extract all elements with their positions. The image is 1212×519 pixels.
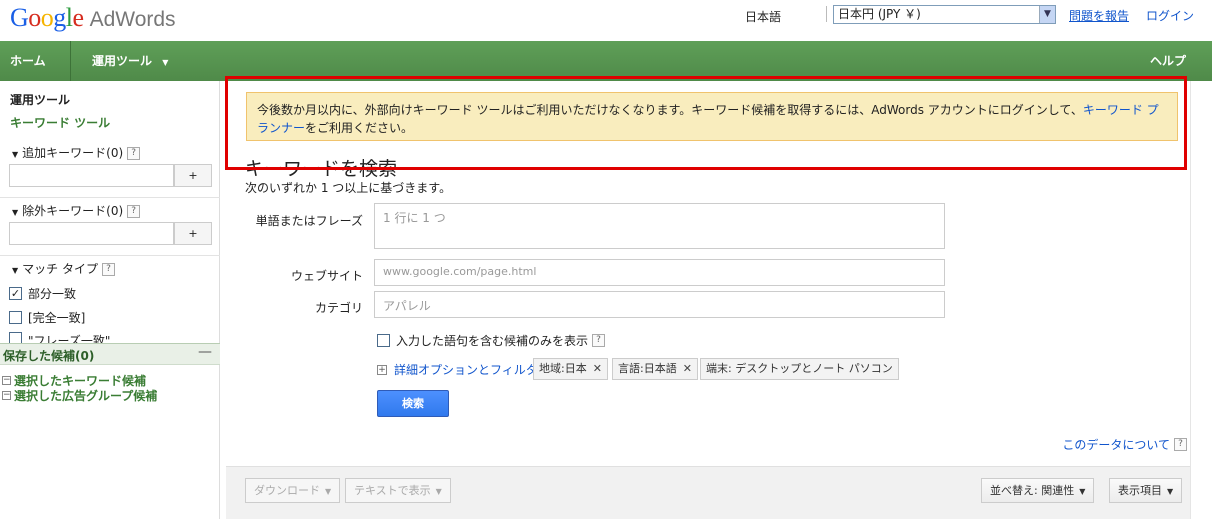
download-button[interactable]: ダウンロード ▼ <box>245 478 341 503</box>
saved-ideas-header[interactable]: 保存した候補(0) — <box>0 343 220 365</box>
add-keyword-input[interactable] <box>9 164 174 187</box>
expand-plus-icon: + <box>377 364 387 375</box>
adwords-logo[interactable]: Google AdWords <box>10 3 176 37</box>
exclude-keyword-button[interactable]: + <box>174 222 212 245</box>
nav-divider <box>70 41 71 81</box>
report-problem-link[interactable]: 問題を報告 <box>1069 7 1129 24</box>
help-icon[interactable]: ? <box>127 205 141 218</box>
nav-tools-label: 運用ツール <box>92 54 153 68</box>
highlight-annotation-box <box>225 76 1187 170</box>
filter-chip-language[interactable]: 言語:日本語 ✕ <box>612 358 698 380</box>
search-button[interactable]: 検索 <box>377 390 449 417</box>
exclude-keywords-header[interactable]: ▼ 除外キーワード(0)? <box>12 202 141 219</box>
only-terms-option[interactable]: 入力した語句を含む候補のみを表示 ? <box>377 332 606 349</box>
collapse-triangle-icon: ▼ <box>12 208 19 217</box>
collapse-box-icon[interactable]: − <box>2 391 11 400</box>
login-link[interactable]: ログイン <box>1146 7 1194 24</box>
currency-select[interactable]: 日本円 (JPY ￥) ▼ <box>833 5 1056 24</box>
match-phrase-checkbox[interactable] <box>9 332 22 343</box>
website-label: ウェブサイト <box>290 269 363 283</box>
chevron-down-icon: ▼ <box>325 487 332 496</box>
collapse-triangle-icon: ▼ <box>12 266 19 275</box>
match-type-header[interactable]: ▼ マッチ タイプ? <box>12 260 115 277</box>
chevron-down-icon: ▼ <box>1167 487 1174 496</box>
match-broad-checkbox[interactable]: ✓ <box>9 287 22 300</box>
sidebar-item-keyword-tool[interactable]: キーワード ツール <box>10 114 110 131</box>
help-icon[interactable]: ? <box>1174 438 1187 451</box>
search-subtitle: 次のいずれか 1 つ以上に基づきます。 <box>245 181 452 195</box>
top-header: Google AdWords 日本語 日本円 (JPY ￥) ▼ 問題を報告 ロ… <box>0 0 1212 41</box>
match-exact-option[interactable]: [完全一致] <box>9 309 85 326</box>
divider <box>0 255 220 256</box>
collapse-box-icon[interactable]: − <box>2 376 11 385</box>
filter-chip-location[interactable]: 地域:日本 ✕ <box>533 358 608 380</box>
chevron-down-icon: ▼ <box>162 58 169 67</box>
close-icon[interactable]: ✕ <box>593 362 602 375</box>
columns-button[interactable]: 表示項目 ▼ <box>1109 478 1183 503</box>
exclude-keyword-input[interactable] <box>9 222 174 245</box>
add-keywords-header[interactable]: ▼ 追加キーワード(0)? <box>12 144 141 161</box>
category-input[interactable]: アパレル <box>374 291 945 318</box>
chevron-down-icon: ▼ <box>435 487 442 496</box>
word-label: 単語またはフレーズ <box>255 214 363 228</box>
help-icon[interactable]: ? <box>101 263 115 276</box>
website-input[interactable]: www.google.com/page.html <box>374 259 945 286</box>
product-name: AdWords <box>89 8 176 31</box>
word-input[interactable]: 1 行に 1 つ <box>374 203 945 249</box>
minimize-icon[interactable]: — <box>198 344 212 360</box>
match-broad-option[interactable]: ✓ 部分一致 <box>9 285 76 302</box>
match-phrase-option[interactable]: "フレーズ一致" <box>9 332 110 343</box>
language-selector[interactable]: 日本語 <box>745 8 781 25</box>
collapse-triangle-icon: ▼ <box>12 150 19 159</box>
main-nav: ホーム 運用ツール ▼ ヘルプ <box>0 41 1212 81</box>
google-logo-text: Google <box>10 3 84 32</box>
chevron-down-icon: ▼ <box>1079 487 1086 496</box>
nav-help[interactable]: ヘルプ <box>1150 41 1186 81</box>
currency-value: 日本円 (JPY ￥) <box>838 7 921 21</box>
help-icon[interactable]: ? <box>127 147 141 160</box>
chevron-down-icon[interactable]: ▼ <box>1039 6 1055 23</box>
saved-ideas-title: 保存した候補(0) <box>3 349 95 363</box>
match-exact-checkbox[interactable] <box>9 311 22 324</box>
sidebar-title: 運用ツール <box>10 93 71 107</box>
close-icon[interactable]: ✕ <box>683 362 692 375</box>
sort-button[interactable]: 並べ替え: 関連性 ▼ <box>981 478 1095 503</box>
divider <box>0 197 220 198</box>
advanced-options-toggle[interactable]: + 詳細オプションとフィルタ <box>377 361 538 378</box>
content-right-border <box>1190 81 1191 519</box>
show-as-text-button[interactable]: テキストで表示 ▼ <box>345 478 451 503</box>
nav-tools-menu[interactable]: 運用ツール ▼ <box>92 41 168 81</box>
add-keyword-button[interactable]: + <box>174 164 212 187</box>
category-label: カテゴリ <box>314 301 363 315</box>
filter-chip-device[interactable]: 端末: デスクトップとノート パソコン <box>700 358 899 380</box>
only-terms-checkbox[interactable] <box>377 334 390 347</box>
nav-home[interactable]: ホーム <box>10 41 46 81</box>
sidebar: 運用ツール キーワード ツール ▼ 追加キーワード(0)? + ▼ 除外キーワード(… <box>0 81 220 519</box>
saved-adgroup-ideas[interactable]: − 選択した広告グループ候補 <box>2 387 157 404</box>
about-data-link[interactable]: このデータについて ? <box>1062 436 1187 453</box>
help-icon[interactable]: ? <box>592 334 606 347</box>
header-divider <box>826 6 827 22</box>
